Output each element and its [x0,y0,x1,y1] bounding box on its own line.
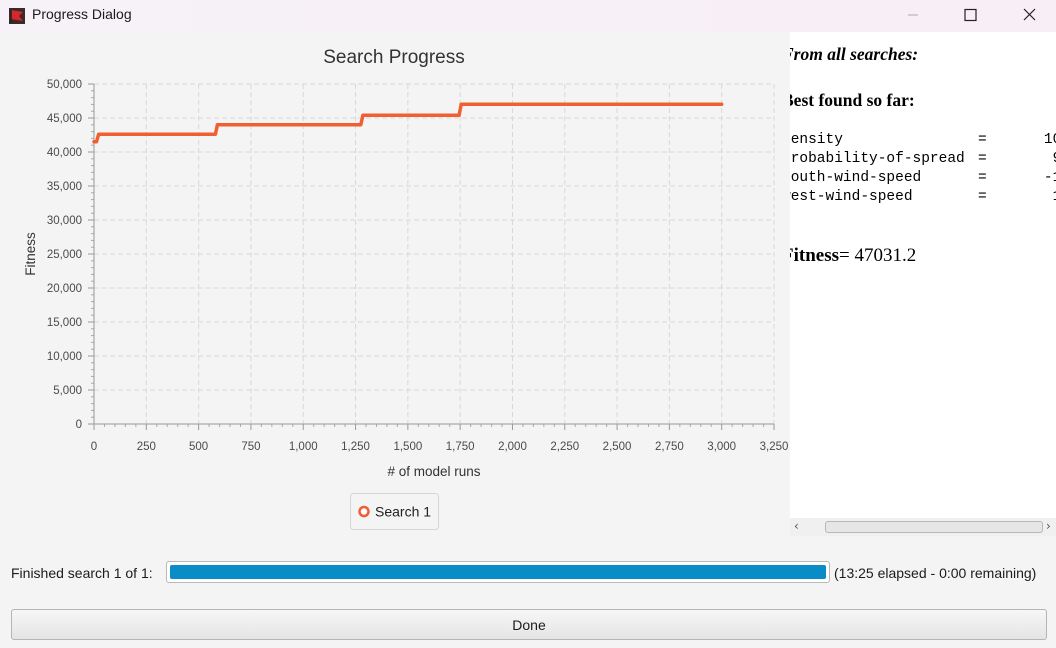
close-button[interactable] [1000,0,1056,32]
x-tick-label: 1,250 [341,441,370,453]
chart-svg: 0 5,000 10,000 15,000 20,000 25,000 30,000 35,0… [23,47,789,530]
y-tick-label: 15,000 [47,317,82,329]
x-tick-label: 1,750 [446,441,475,453]
param-name: south-wind-speed [790,170,922,186]
y-axis-label: Fitness [23,232,38,276]
status-label: Finished search 1 of 1: [11,565,153,581]
param-equals: = [978,189,987,205]
done-button[interactable]: Done [11,609,1047,640]
param-row: south-wind-speed = -12 [790,169,1056,188]
x-tick-label: 0 [91,441,97,453]
param-equals: = [978,132,987,148]
scroll-left-icon[interactable]: ‹ [794,519,799,533]
maximize-icon [964,8,977,22]
y-tick-label: 45,000 [47,113,82,125]
param-row: density = 100 [790,131,1056,150]
param-row: west-wind-speed = 15 [790,188,1056,207]
param-value: 100 [1043,132,1056,148]
param-list: density=100probability-of-spread=94south… [790,131,1056,207]
flag-icon [9,8,25,24]
progress-fill [170,565,826,579]
x-tick-label: 3,000 [707,441,736,453]
x-tick-label: 500 [189,441,208,453]
x-axis-label: # of model runs [387,464,480,479]
best-heading: Best found so far: [790,90,915,110]
param-value: -12 [1043,170,1056,186]
minimize-button[interactable] [884,0,942,32]
legend-label: Search 1 [375,504,431,520]
param-name: probability-of-spread [790,151,965,167]
results-heading: From all searches: [790,44,919,64]
y-tick-label: 5,000 [53,385,82,397]
scroll-right-icon[interactable]: › [1046,519,1051,533]
y-tick-label: 35,000 [47,181,82,193]
x-tick-label: 1,000 [289,441,318,453]
param-value: 94 [1010,150,1056,169]
x-tick-label: 1,500 [393,441,422,453]
scrollbar-thumb[interactable] [825,521,1043,533]
fitness-label: Fitness [790,245,839,266]
y-tick-label: 30,000 [47,215,82,227]
horizontal-scrollbar[interactable]: ‹ › [790,518,1056,536]
fitness-value: = 47031.2 [839,245,917,266]
chart-title: Search Progress [323,47,465,68]
param-value: 15 [1010,188,1056,207]
results-panel: From all searches: Best found so far: de… [790,32,1056,518]
param-equals: = [978,151,987,167]
search-progress-chart: 0 5,000 10,000 15,000 20,000 25,000 30,000 35,0… [0,32,790,542]
x-tick-label: 750 [241,441,260,453]
y-tick-label: 50,000 [47,79,82,91]
fitness-readout: Fitness= 47031.2 [790,245,916,267]
param-row: probability-of-spread = 94 [790,150,1056,169]
y-tick-label: 20,000 [47,283,82,295]
window-title: Progress Dialog [32,6,132,22]
maximize-button[interactable] [942,0,1000,32]
x-tick-label: 3,250 [760,441,789,453]
close-icon [1023,8,1036,21]
y-tick-label: 10,000 [47,351,82,363]
x-tick-label: 2,750 [655,441,684,453]
progress-time-text: (13:25 elapsed - 0:00 remaining) [834,565,1037,581]
legend-marker [358,505,370,518]
y-tick-label: 0 [76,419,82,431]
x-tick-label: 250 [137,441,156,453]
y-tick-label: 25,000 [47,249,82,261]
x-tick-label: 2,500 [603,441,632,453]
param-equals: = [978,170,987,186]
progress-bar [166,561,830,583]
param-name: west-wind-speed [790,189,913,205]
y-tick-label: 40,000 [47,147,82,159]
x-tick-label: 2,000 [498,441,527,453]
param-name: density [790,132,843,148]
title-bar: Progress Dialog [0,0,1056,32]
x-tick-label: 2,250 [550,441,579,453]
minimize-icon [908,14,918,16]
